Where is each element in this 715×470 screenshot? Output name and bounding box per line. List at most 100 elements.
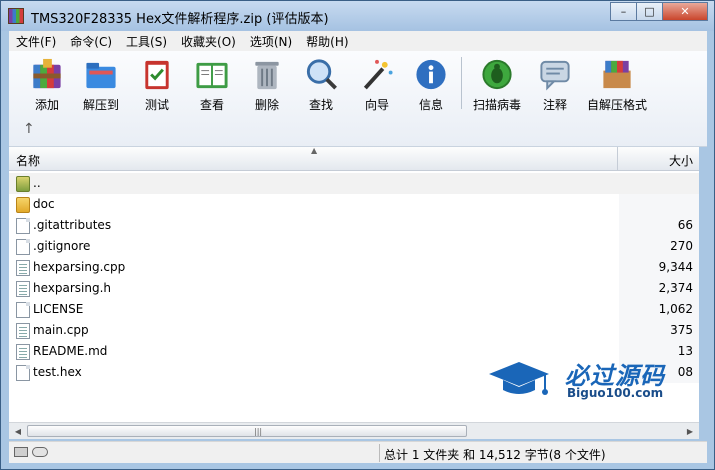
add-archive-icon xyxy=(33,58,61,89)
sfx-button[interactable]: 自解压格式 xyxy=(587,55,647,113)
list-item[interactable]: .gitattributes 66 xyxy=(9,215,699,236)
file-icon xyxy=(16,302,30,318)
drive-icon[interactable] xyxy=(14,447,28,457)
view-button[interactable]: 查看 xyxy=(184,55,240,113)
delete-button[interactable]: 删除 xyxy=(239,55,295,113)
file-name: LICENSE xyxy=(33,302,84,316)
add-button[interactable]: 添加 xyxy=(19,55,75,113)
trash-icon xyxy=(255,61,279,90)
title-bar[interactable]: TMS320F28335 Hex文件解析程序.zip (评估版本) – □ ✕ xyxy=(1,1,714,31)
toolbar: 添加 解压到 测试 查看 删除 查找 向导 信息 扫描病毒 注释 自解压格式 ↑ xyxy=(9,51,707,147)
column-name-header[interactable]: 名称 xyxy=(16,152,40,169)
menu-tools[interactable]: 工具(S) xyxy=(119,33,174,50)
window-controls: – □ ✕ xyxy=(610,2,708,21)
find-button[interactable]: 查找 xyxy=(293,55,349,113)
scroll-right-icon[interactable]: ▶ xyxy=(682,424,698,439)
test-clipboard-icon xyxy=(145,60,169,90)
maximize-button[interactable]: □ xyxy=(636,2,663,21)
list-item[interactable]: main.cpp 375 xyxy=(9,320,699,341)
comment-label: 注释 xyxy=(542,98,567,112)
column-divider[interactable] xyxy=(617,147,618,171)
menu-help[interactable]: 帮助(H) xyxy=(299,33,355,50)
minimize-button[interactable]: – xyxy=(610,2,637,21)
up-folder-icon xyxy=(16,176,30,192)
menu-favorites[interactable]: 收藏夹(O) xyxy=(174,33,243,50)
info-icon xyxy=(416,59,446,90)
sort-ascending-icon: ▲ xyxy=(311,146,318,155)
add-label: 添加 xyxy=(34,98,59,112)
menu-bar: 文件(F) 命令(C) 工具(S) 收藏夹(O) 选项(N) 帮助(H) xyxy=(9,31,707,51)
menu-options[interactable]: 选项(N) xyxy=(243,33,299,50)
file-size: 270 xyxy=(670,239,693,253)
file-name: hexparsing.cpp xyxy=(33,260,126,274)
size-cell xyxy=(619,194,699,215)
extract-folder-icon xyxy=(86,62,116,89)
list-item[interactable]: .gitignore 270 xyxy=(9,236,699,257)
close-button[interactable]: ✕ xyxy=(662,2,708,21)
watermark-url: Biguo100.com xyxy=(567,386,664,400)
file-size: 375 xyxy=(670,323,693,337)
comment-icon xyxy=(540,60,570,91)
file-size: 2,374 xyxy=(658,281,693,295)
sfx-box-icon xyxy=(603,60,631,89)
status-summary: 总计 1 文件夹 和 14,512 字节(8 个文件) xyxy=(384,448,606,462)
file-name: .. xyxy=(33,176,41,190)
file-size: 9,344 xyxy=(658,260,693,274)
toolbar-separator xyxy=(461,57,462,109)
column-size-header[interactable]: 大小 xyxy=(669,152,693,169)
list-item-parent[interactable]: .. xyxy=(9,173,699,194)
file-name: .gitattributes xyxy=(33,218,112,232)
sfx-label: 自解压格式 xyxy=(587,98,648,112)
header-file-icon xyxy=(16,281,30,297)
menu-commands[interactable]: 命令(C) xyxy=(63,33,119,50)
file-name: README.md xyxy=(33,344,108,358)
scan-virus-button[interactable]: 扫描病毒 xyxy=(469,55,525,113)
extract-label: 解压到 xyxy=(82,98,119,112)
delete-label: 删除 xyxy=(254,98,279,112)
test-label: 测试 xyxy=(144,98,169,112)
folder-icon xyxy=(16,197,30,213)
magnifier-icon xyxy=(306,59,337,90)
winrar-app-icon xyxy=(8,8,24,24)
file-name: doc xyxy=(33,197,55,211)
test-button[interactable]: 测试 xyxy=(129,55,185,113)
scan-virus-label: 扫描病毒 xyxy=(472,98,521,112)
file-size: 66 xyxy=(677,218,693,232)
up-one-level-button[interactable]: ↑ xyxy=(23,121,35,137)
status-icons xyxy=(14,447,48,457)
file-size: 1,062 xyxy=(658,302,693,316)
list-item[interactable]: hexparsing.h 2,374 xyxy=(9,278,699,299)
list-item[interactable]: doc xyxy=(9,194,699,215)
scroll-left-icon[interactable]: ◀ xyxy=(10,424,26,439)
view-book-icon xyxy=(196,62,228,89)
info-label: 信息 xyxy=(418,98,443,112)
menu-file[interactable]: 文件(F) xyxy=(9,33,63,50)
file-name: .gitignore xyxy=(33,239,91,253)
horizontal-scrollbar[interactable]: ◀ ||| ▶ xyxy=(9,422,699,439)
status-divider xyxy=(379,444,380,462)
virus-scan-icon xyxy=(482,59,512,90)
find-label: 查找 xyxy=(308,98,333,112)
file-name: main.cpp xyxy=(33,323,89,337)
list-header: 名称 ▲ 大小 xyxy=(9,146,699,171)
comment-button[interactable]: 注释 xyxy=(527,55,583,113)
file-icon xyxy=(16,218,30,234)
archive-window: TMS320F28335 Hex文件解析程序.zip (评估版本) – □ ✕ … xyxy=(0,0,715,470)
key-icon[interactable] xyxy=(32,447,48,457)
cpp-file-icon xyxy=(16,323,30,339)
info-button[interactable]: 信息 xyxy=(403,55,459,113)
file-icon xyxy=(16,239,30,255)
list-item[interactable]: hexparsing.cpp 9,344 xyxy=(9,257,699,278)
view-label: 查看 xyxy=(199,98,224,112)
file-name: hexparsing.h xyxy=(33,281,112,295)
wizard-label: 向导 xyxy=(364,98,389,112)
extract-button[interactable]: 解压到 xyxy=(73,55,129,113)
list-item[interactable]: LICENSE 1,062 xyxy=(9,299,699,320)
file-name: test.hex xyxy=(33,365,82,379)
scrollbar-thumb[interactable]: ||| xyxy=(27,425,467,437)
wizard-button[interactable]: 向导 xyxy=(349,55,405,113)
markdown-file-icon xyxy=(16,344,30,360)
scrollbar-grip-icon: ||| xyxy=(254,427,263,436)
cpp-file-icon xyxy=(16,260,30,276)
watermark: 必过源码 Biguo100.com xyxy=(487,354,687,404)
